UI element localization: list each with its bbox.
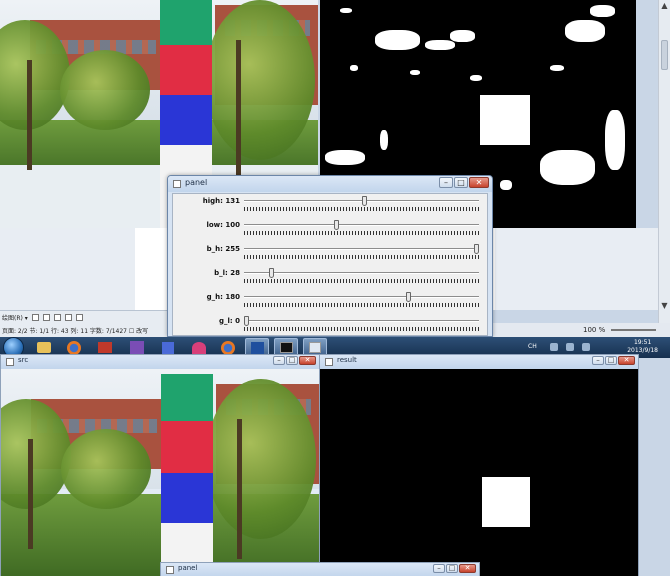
clock[interactable]: 19:51 2013/9/18 — [627, 339, 658, 355]
clock-time: 19:51 — [633, 339, 652, 346]
trackbar-ticks — [244, 255, 479, 259]
oval-icon[interactable] — [64, 314, 72, 321]
src-title: src — [18, 356, 29, 364]
maximize-button[interactable]: □ — [446, 564, 458, 573]
bottom-result-mask — [320, 369, 638, 576]
vertical-scrollbar[interactable]: ▲ ▼ — [658, 0, 670, 323]
result-window: result – □ ✕ — [319, 354, 639, 576]
result-titlebar[interactable]: result – □ ✕ — [320, 355, 638, 369]
language-indicator[interactable]: CH — [528, 343, 537, 350]
trackbar-thumb[interactable] — [362, 196, 368, 206]
minimize-button[interactable]: – — [273, 356, 285, 365]
trackbar-label: g_h: 180 — [206, 293, 240, 301]
bottom-panel-titlebar[interactable]: panel – □ ✕ — [161, 563, 479, 576]
src-titlebar[interactable]: src – □ ✕ — [1, 355, 319, 369]
network-icon[interactable] — [550, 343, 558, 351]
trackbar-panel: high: 131 low: 100 b_h: 255 b_l: 28 g_h: 180… — [172, 193, 488, 336]
trackbar-ticks — [244, 231, 479, 235]
minimize-button[interactable]: – — [592, 356, 604, 365]
shape-icon[interactable] — [31, 314, 39, 321]
editor-status-line: 页面: 2/2 节: 1/1 行: 43 列: 11 字数: 7/1427 ☐ … — [2, 328, 149, 335]
top-detected-blob — [480, 95, 530, 145]
textbox-icon[interactable] — [75, 314, 83, 321]
flag-icon[interactable] — [582, 343, 590, 351]
scroll-down-icon[interactable]: ▼ — [659, 300, 670, 312]
close-button[interactable]: ✕ — [469, 177, 489, 188]
scroll-thumb[interactable] — [661, 40, 668, 70]
window-icon — [173, 180, 181, 188]
trackbar: g_h: 180 — [173, 292, 487, 315]
trackbar: high: 131 — [173, 196, 487, 219]
trackbar-ticks — [244, 303, 479, 307]
trackbar-thumb[interactable] — [474, 244, 479, 254]
panel-title: panel — [185, 178, 208, 187]
window-icon — [166, 566, 174, 574]
trackbar-ticks — [244, 207, 479, 211]
bottom-src-image — [1, 369, 319, 576]
trackbar-track[interactable] — [244, 248, 479, 250]
draw-menu[interactable]: 绘图(R) ▾ — [2, 313, 28, 322]
trackbar: b_l: 28 — [173, 268, 487, 291]
trackbar: b_h: 255 — [173, 244, 487, 267]
minimize-button[interactable]: – — [439, 177, 453, 188]
zoom-level: 100 % — [583, 326, 606, 334]
result-title: result — [337, 356, 357, 364]
minimize-button[interactable]: – — [433, 564, 445, 573]
window-icon — [6, 358, 14, 366]
panel-window: panel – □ ✕ high: 131 low: 100 b_h: 255 b_l… — [167, 175, 493, 337]
trackbar-thumb[interactable] — [269, 268, 275, 278]
maximize-button[interactable]: □ — [605, 356, 617, 365]
trackbar-label: low: 100 — [206, 221, 240, 229]
close-button[interactable]: ✕ — [299, 356, 316, 365]
trackbar-label: b_h: 255 — [206, 245, 240, 253]
line-icon[interactable] — [42, 314, 50, 321]
desktop: ▲ ▼ 绘图(R) ▾ 页面: 2/2 节: 1/1 行: 43 列: 11 字… — [0, 0, 670, 576]
maximize-button[interactable]: □ — [454, 177, 468, 188]
trackbar: low: 100 — [173, 220, 487, 243]
trackbar-label: high: 131 — [202, 197, 240, 205]
trackbar-track[interactable] — [244, 296, 479, 298]
trackbar: g_l: 0 — [173, 316, 487, 336]
panel-titlebar[interactable]: panel – □ ✕ — [168, 176, 492, 192]
trackbar-ticks — [244, 327, 479, 331]
color-pole — [161, 374, 213, 576]
volume-icon[interactable] — [566, 343, 574, 351]
trackbar-label: b_l: 28 — [214, 269, 240, 277]
trackbar-thumb[interactable] — [244, 316, 249, 326]
maximize-button[interactable]: □ — [286, 356, 298, 365]
scroll-up-icon[interactable]: ▲ — [659, 0, 670, 12]
zoom-slider[interactable] — [611, 329, 656, 331]
word-status-bar: 100 % — [493, 323, 670, 337]
rect-icon[interactable] — [53, 314, 61, 321]
trackbar-track[interactable] — [244, 224, 479, 226]
src-window: src – □ ✕ — [0, 354, 320, 576]
trackbar-thumb[interactable] — [334, 220, 340, 230]
trackbar-track[interactable] — [244, 320, 479, 322]
editor-toolbar: 绘图(R) ▾ 页面: 2/2 节: 1/1 行: 43 列: 11 字数: 7… — [0, 310, 170, 337]
bottom-panel-title: panel — [178, 564, 198, 572]
window-icon — [325, 358, 333, 366]
bottom-panel-window: panel – □ ✕ — [160, 562, 480, 576]
close-button[interactable]: ✕ — [459, 564, 476, 573]
bottom-detected-blob — [482, 477, 530, 527]
trackbar-thumb[interactable] — [406, 292, 412, 302]
trackbar-label: g_l: 0 — [218, 317, 240, 325]
trackbar-track[interactable] — [244, 272, 479, 274]
close-button[interactable]: ✕ — [618, 356, 635, 365]
trackbar-ticks — [244, 279, 479, 283]
